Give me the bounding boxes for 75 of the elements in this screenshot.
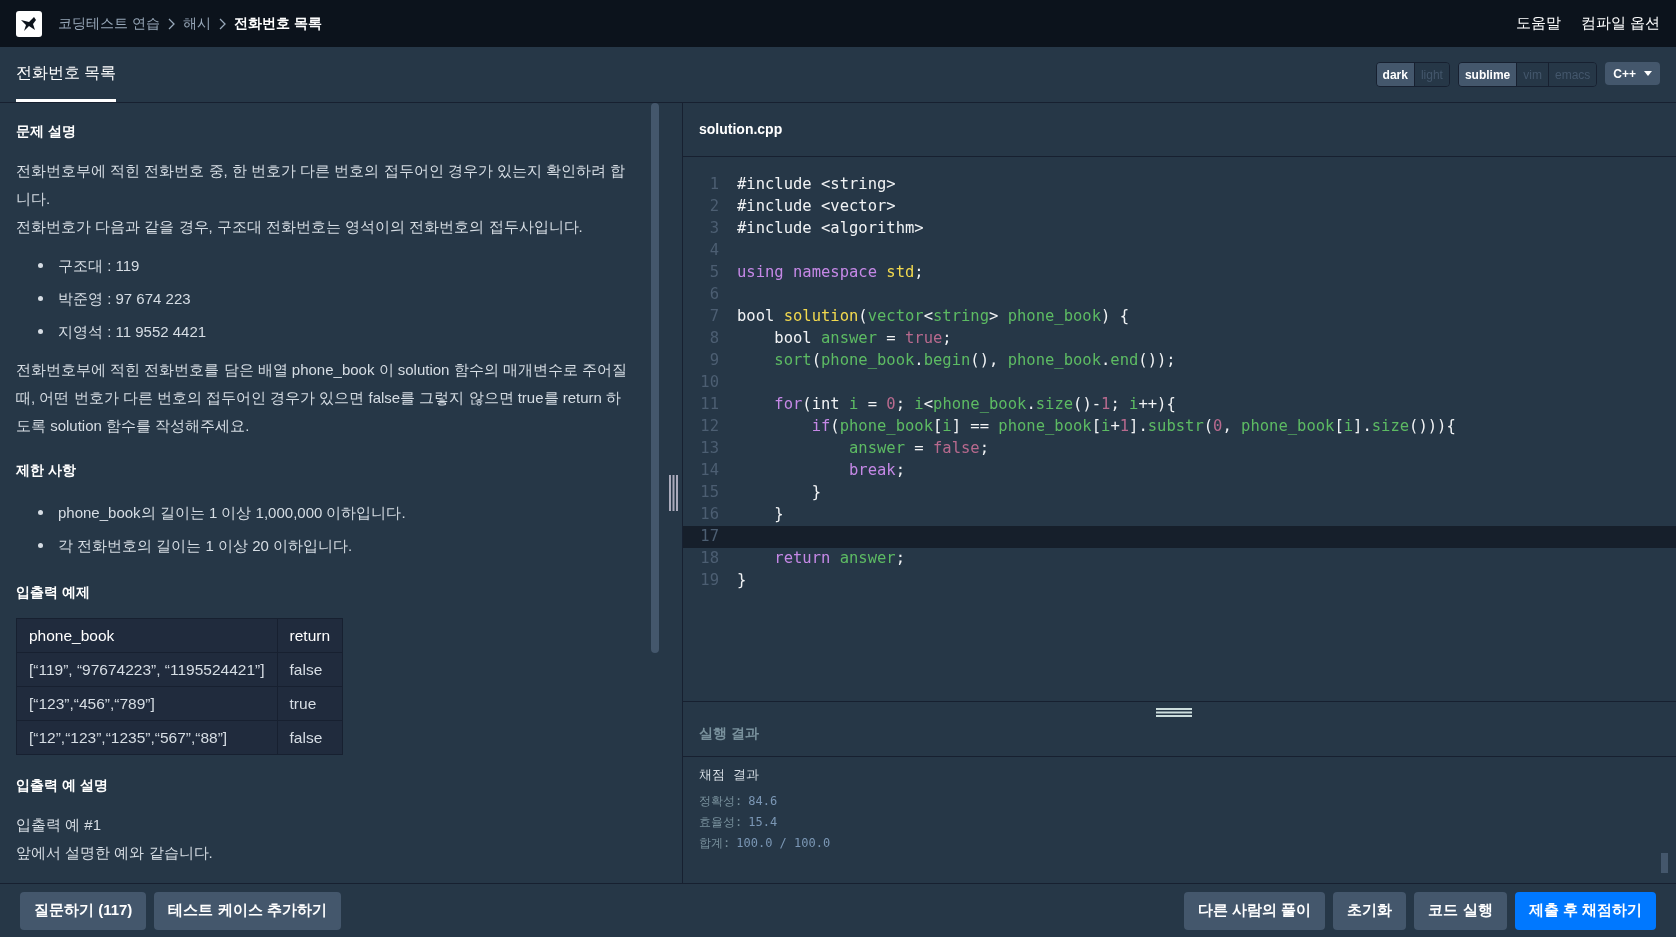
code-line[interactable]: break;	[731, 459, 905, 483]
breadcrumb-link[interactable]: 코딩테스트 연습	[58, 13, 160, 34]
problem-tab[interactable]: 전화번호 목록	[16, 46, 117, 102]
action-button[interactable]: 초기화	[1333, 891, 1407, 930]
results-title: 실행 결과	[699, 723, 759, 743]
action-button[interactable]: 코드 실행	[1414, 891, 1507, 930]
language-dropdown[interactable]: C++	[1605, 62, 1660, 85]
submit-button[interactable]: 제출 후 채점하기	[1514, 891, 1656, 930]
bullet-text: 박준영 : 97 674 223	[58, 289, 191, 309]
code-line[interactable]: using namespace std;	[731, 261, 924, 285]
bullet-icon	[38, 263, 43, 268]
line-number: 17	[699, 526, 720, 548]
scrollbar[interactable]	[651, 103, 659, 653]
code-line[interactable]: #include <vector>	[731, 195, 896, 219]
splitter-handle-icon[interactable]	[669, 475, 678, 511]
table-cell: true	[277, 686, 343, 721]
result-value: 84.6	[748, 792, 778, 810]
code-line[interactable]: return answer;	[731, 547, 905, 571]
table-cell: [“119”, “97674223”, “1195524421”]	[16, 652, 278, 687]
description-text: 전화번호가 다음과 같을 경우, 구조대 전화번호는 영석이의 전화번호의 접두사입니다.	[16, 217, 584, 237]
description-text: 전화번호부에 적힌 전화번호를 담은 배열 phone_book 이 solution 함수의 매개변수로 주어질 때, 어떤 번호가 다른 번호의 접두어인 경우가 있으면 false를 그렇지 않으면 true를 return 하도록 solution 함수를 작성해주세요.	[16, 360, 628, 436]
bullet-text: 구조대 : 119	[58, 256, 140, 276]
code-line[interactable]: sort(phone_book.begin(), phone_book.end());	[731, 349, 1176, 373]
section-heading: 입출력 예제	[16, 583, 91, 602]
code-line[interactable]: }	[731, 503, 784, 527]
table-cell: [“12”,“123”,“1235”,“567”,“88”]	[16, 720, 278, 755]
bird-logo-icon[interactable]	[16, 10, 42, 37]
bullet-icon	[38, 510, 43, 515]
code-line[interactable]: bool solution(vector<string> phone_book) {	[731, 305, 1129, 329]
section-heading: 제한 사항	[16, 461, 77, 480]
results-heading: 채점 결과	[699, 766, 760, 784]
resize-handle-icon[interactable]	[1156, 708, 1192, 717]
code-line[interactable]: answer = false;	[731, 437, 989, 461]
description-text: 전화번호부에 적힌 전화번호 중, 한 번호가 다른 번호의 접두어인 경우가 있는지 확인하려 합니다.	[16, 161, 627, 209]
breadcrumb-link[interactable]: 전화번호 목록	[233, 13, 322, 34]
nav-link[interactable]: 컴파일 옵션	[1580, 12, 1660, 35]
action-button[interactable]: 질문하기 (117)	[20, 891, 147, 930]
description-text: 입출력 예 #1	[16, 815, 103, 835]
code-line[interactable]: if(phone_book[i] == phone_book[i+1].substr(0, phone_book[i].size())){	[731, 415, 1456, 439]
bullet-text: 각 전화번호의 길이는 1 이상 20 이하입니다.	[58, 536, 353, 556]
code-line[interactable]: }	[731, 481, 821, 505]
scrollbar[interactable]	[1661, 853, 1668, 873]
action-button[interactable]: 다른 사람의 풀이	[1184, 891, 1326, 930]
result-label: 정확성:	[699, 792, 743, 810]
table-header: phone_book	[16, 618, 278, 653]
code-line[interactable]: }	[731, 569, 747, 593]
bullet-icon	[38, 543, 43, 548]
code-line[interactable]: #include <string>	[731, 173, 896, 197]
chevron-right-icon	[167, 17, 175, 30]
code-line[interactable]: bool answer = true;	[731, 327, 952, 351]
bullet-text: 지영석 : 11 9552 4421	[58, 322, 207, 342]
bullet-icon	[38, 329, 43, 334]
nav-link[interactable]: 도움말	[1515, 12, 1561, 35]
code-line[interactable]: for(int i = 0; i<phone_book.size()-1; i++){	[731, 393, 1176, 417]
breadcrumb-link[interactable]: 해시	[182, 13, 211, 34]
table-header: return	[277, 618, 343, 653]
result-label: 효율성:	[699, 813, 743, 831]
result-value: 15.4	[748, 813, 778, 831]
bullet-text: phone_book의 길이는 1 이상 1,000,000 이하입니다.	[58, 503, 406, 523]
caret-down-icon	[1644, 71, 1652, 76]
action-button[interactable]: 테스트 케이스 추가하기	[154, 891, 341, 930]
section-heading: 입출력 예 설명	[16, 776, 109, 795]
table-cell: [“123”,“456”,“789”]	[16, 686, 278, 721]
bullet-icon	[38, 296, 43, 301]
chevron-right-icon	[218, 17, 226, 30]
code-line[interactable]: #include <algorithm>	[731, 217, 924, 241]
description-text: 앞에서 설명한 예와 같습니다.	[16, 843, 214, 863]
result-label: 합계:	[699, 834, 731, 852]
theme-toggle[interactable]: dark	[1376, 63, 1414, 86]
section-heading: 문제 설명	[16, 122, 77, 141]
theme-toggle[interactable]: sublime	[1458, 63, 1517, 86]
table-cell: false	[277, 720, 343, 755]
table-cell: false	[277, 652, 343, 687]
file-name: solution.cpp	[699, 120, 783, 139]
result-value: 100.0 / 100.0	[736, 834, 831, 852]
